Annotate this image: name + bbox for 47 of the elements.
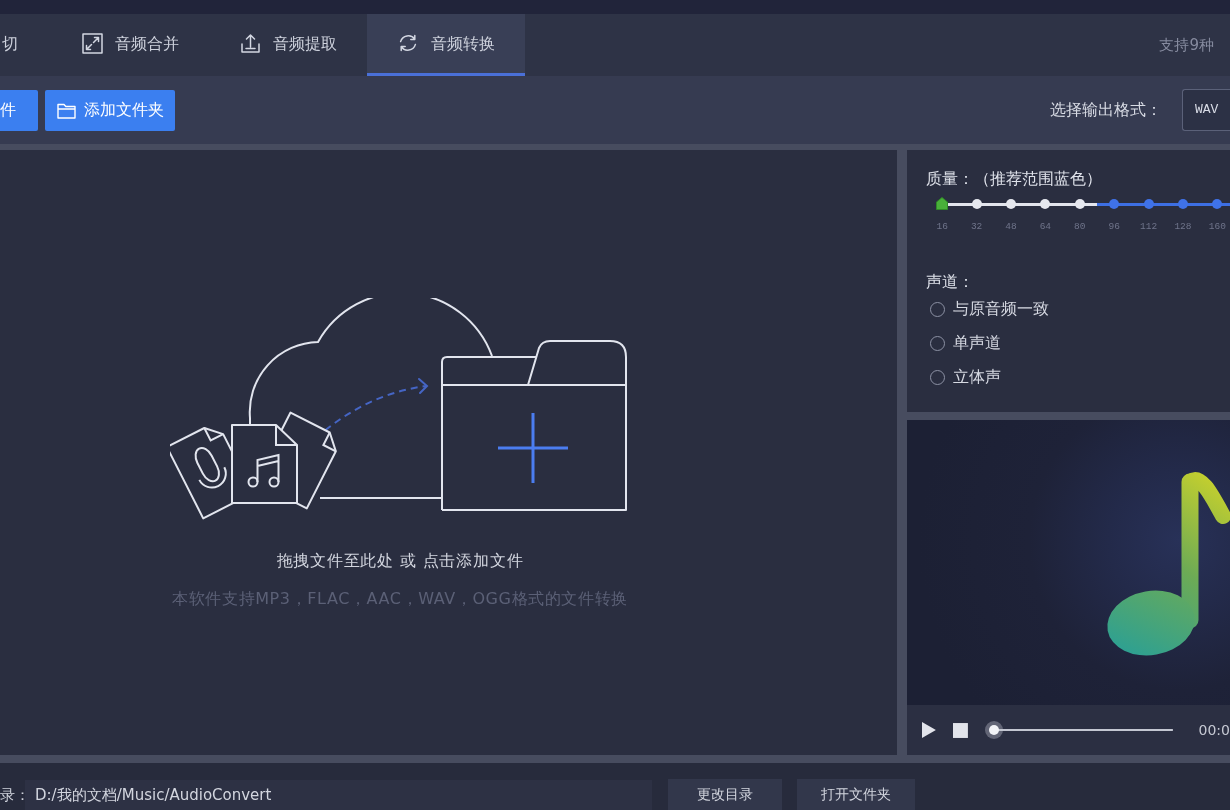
channel-label: 声道： — [926, 271, 975, 293]
upload-tray-icon — [239, 33, 261, 54]
time-label: 00:0 — [1198, 720, 1230, 740]
tick-dot[interactable] — [1177, 199, 1188, 209]
channel-option[interactable]: 单声道 — [930, 331, 1001, 355]
slider-thumb[interactable] — [936, 197, 949, 210]
tick-label: 160 — [1208, 221, 1226, 233]
tab[interactable]: 音频合并 — [51, 14, 209, 76]
drop-hint: 拖拽文件至此处 或 点击添加文件 — [276, 550, 524, 572]
tick-label: 80 — [1074, 221, 1086, 233]
refresh-icon — [397, 33, 419, 54]
tick-dot[interactable] — [1143, 199, 1154, 209]
tick-dot[interactable] — [1109, 199, 1120, 209]
folder-icon — [57, 101, 76, 119]
add-folder-button[interactable]: 添加文件夹 — [45, 89, 175, 131]
quality-label: 质量：（推荐范围蓝色） — [926, 168, 1103, 190]
output-path-field[interactable]: D:/我的文档/Music/AudioConvert — [25, 780, 652, 810]
file-button[interactable]: 件 — [0, 89, 38, 131]
tick-dot[interactable] — [1074, 199, 1085, 209]
tick-dot[interactable] — [1040, 199, 1051, 209]
plus-icon[interactable] — [496, 411, 570, 485]
tick-label: 48 — [1005, 221, 1017, 233]
square-arrows-icon — [81, 33, 103, 54]
music-file-icon — [231, 424, 298, 504]
support-note: 支持9种 — [1159, 34, 1215, 56]
tick-dot[interactable] — [1005, 199, 1016, 209]
output-label: 录： — [0, 784, 25, 806]
tick-label: 112 — [1140, 221, 1158, 233]
tick-label: 64 — [1039, 221, 1052, 233]
stop-icon[interactable] — [952, 722, 968, 738]
tick-dot[interactable] — [1212, 199, 1223, 209]
tick-label: 96 — [1108, 221, 1120, 233]
channel-option[interactable]: 立体声 — [930, 365, 1001, 389]
tick-label: 128 — [1174, 221, 1192, 233]
format-label: 选择输出格式： — [1050, 99, 1162, 121]
seek-thumb[interactable] — [988, 725, 999, 735]
channel-option[interactable]: 与原音频一致 — [930, 297, 1049, 321]
tick-label: 32 — [970, 221, 983, 233]
play-icon[interactable] — [921, 721, 937, 739]
tick-label: 16 — [936, 221, 948, 233]
open-folder-button[interactable]: 打开文件夹 — [797, 779, 915, 810]
tab[interactable]: 音频转换 — [367, 14, 525, 76]
tab[interactable]: 切 — [0, 14, 51, 76]
format-select[interactable]: WAV — [1182, 89, 1230, 131]
change-folder-button[interactable]: 更改目录 — [668, 779, 782, 810]
tab[interactable]: 音频提取 — [209, 14, 367, 76]
tick-dot[interactable] — [971, 199, 982, 209]
